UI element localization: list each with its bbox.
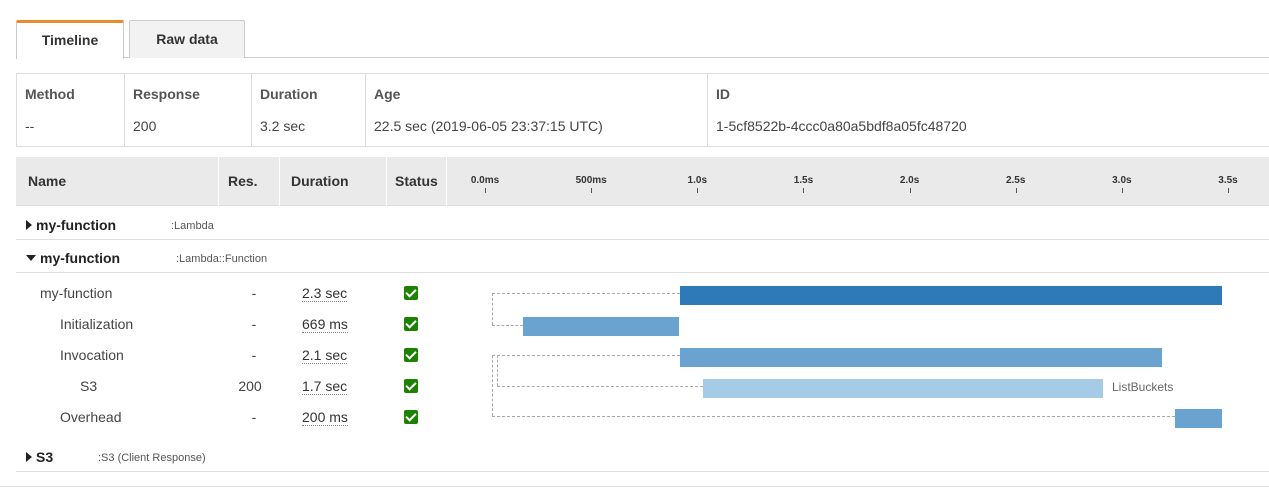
group-s3-client-label: S3	[36, 449, 54, 465]
axis-tick-mark	[909, 188, 911, 193]
summary-duration-value: 3.2 sec	[260, 118, 306, 134]
axis-tick-mark	[591, 188, 593, 193]
group-lambda-type: :Lambda	[171, 220, 214, 232]
axis-tick-label: 0.0ms	[470, 175, 500, 186]
segment-res: -	[251, 347, 257, 363]
column-header-status[interactable]: Status	[395, 157, 438, 206]
segment-duration-link[interactable]: 2.3 sec	[302, 285, 348, 302]
group-lambda-function-label: my-function	[40, 250, 121, 266]
segment-name: Invocation	[60, 347, 124, 363]
axis-tick-mark	[803, 188, 805, 193]
axis-tick-mark	[485, 188, 486, 193]
summary-response-value: 200	[133, 118, 157, 134]
summary-id-value: 1-5cf8522b-4ccc0a80a5bdf8a05fc48720	[716, 118, 967, 134]
group-s3-client-name: S3	[26, 449, 53, 465]
axis-tick-mark	[1228, 188, 1229, 193]
segment-row-overhead[interactable]: Overhead - 200 ms	[16, 402, 1269, 433]
group-lambda[interactable]: my-function :Lambda	[16, 208, 1269, 240]
tab-bar: Timeline Raw data	[0, 0, 1269, 59]
segment-duration-link[interactable]: 2.1 sec	[302, 347, 348, 364]
axis-tick-mark	[1015, 188, 1017, 193]
status-ok-icon	[404, 317, 418, 331]
summary-age-value: 22.5 sec (2019-06-05 23:37:15 UTC)	[374, 118, 603, 134]
group-lambda-function-name: my-function	[26, 250, 120, 266]
axis-tick-label: 1.0s	[687, 175, 708, 186]
connector-line	[492, 355, 680, 356]
summary-method-value: --	[25, 118, 35, 134]
summary-method: Method --	[17, 74, 125, 146]
axis-tick-label: 3.0s	[1112, 175, 1132, 186]
group-s3-client-type: :S3 (Client Response)	[98, 452, 206, 464]
connector-line	[497, 355, 498, 386]
axis-tick-label: 3.5s	[1218, 175, 1238, 186]
summary-method-header: Method	[25, 86, 75, 102]
group-lambda-function[interactable]: my-function :Lambda::Function	[16, 241, 1269, 273]
segment-annotation: ListBuckets	[1112, 380, 1174, 394]
status-ok-icon	[404, 379, 418, 393]
summary-response: Response 200	[125, 74, 252, 146]
summary-response-header: Response	[133, 86, 200, 102]
segment-res: -	[251, 285, 257, 301]
tab-raw-data[interactable]: Raw data	[129, 20, 245, 58]
column-header-res[interactable]: Res.	[228, 157, 258, 206]
summary-id-header: ID	[716, 86, 730, 102]
axis-tick-label: 2.5s	[1005, 175, 1026, 186]
column-header-duration[interactable]: Duration	[291, 157, 349, 206]
segment-name: S3	[80, 378, 98, 394]
timeline-header: Name Res. Duration Status 0.0ms 500ms 1.0s…	[16, 157, 1269, 206]
timeline-bar-initialization[interactable]	[523, 317, 679, 336]
caret-right-icon[interactable]	[26, 220, 32, 230]
timeline-bar-s3[interactable]	[703, 379, 1103, 398]
group-lambda-function-type: :Lambda::Function	[176, 253, 268, 265]
timeline-bar-invocation[interactable]	[680, 348, 1162, 367]
segment-res: -	[251, 409, 257, 425]
tab-timeline[interactable]: Timeline	[16, 20, 124, 59]
timeline-bar-my-function[interactable]	[680, 286, 1222, 305]
summary-duration: Duration 3.2 sec	[252, 74, 366, 146]
group-s3-client[interactable]: S3 :S3 (Client Response)	[16, 440, 1269, 472]
summary-age-header: Age	[374, 86, 401, 102]
status-ok-icon	[404, 286, 418, 300]
axis-tick-mark	[1121, 188, 1123, 193]
group-lambda-label: my-function	[36, 217, 117, 233]
timeline-bar-overhead[interactable]	[1175, 409, 1222, 428]
summary-age: Age 22.5 sec (2019-06-05 23:37:15 UTC)	[366, 74, 708, 146]
column-header-name[interactable]: Name	[28, 157, 66, 206]
connector-line	[492, 293, 493, 325]
segment-name: Overhead	[60, 409, 122, 425]
axis-tick-mark	[697, 188, 699, 193]
segment-duration-link[interactable]: 1.7 sec	[302, 378, 348, 395]
trace-summary-table: Method -- Response 200 Duration 3.2 sec …	[16, 73, 1269, 147]
connector-line	[492, 416, 1175, 417]
caret-down-icon[interactable]	[26, 255, 36, 261]
connector-line	[497, 386, 703, 387]
connector-line	[492, 325, 523, 326]
bottom-divider	[0, 486, 1269, 487]
connector-line	[492, 355, 493, 416]
summary-duration-header: Duration	[260, 86, 318, 102]
segment-res: 200	[238, 378, 262, 394]
segment-duration-link[interactable]: 669 ms	[302, 316, 348, 333]
segment-duration-link[interactable]: 200 ms	[302, 409, 348, 426]
caret-right-icon[interactable]	[26, 452, 32, 462]
group-lambda-name: my-function	[26, 217, 116, 233]
segment-name: Initialization	[60, 316, 134, 332]
connector-line	[492, 293, 680, 294]
axis-tick-label: 1.5s	[793, 175, 814, 186]
status-ok-icon	[404, 348, 418, 362]
summary-id: ID 1-5cf8522b-4ccc0a80a5bdf8a05fc48720	[708, 74, 1269, 146]
segment-name: my-function	[40, 285, 113, 301]
status-ok-icon	[404, 410, 418, 424]
axis-tick-label: 500ms	[575, 175, 607, 186]
segment-res: -	[251, 316, 257, 332]
axis-tick-label: 2.0s	[899, 175, 920, 186]
